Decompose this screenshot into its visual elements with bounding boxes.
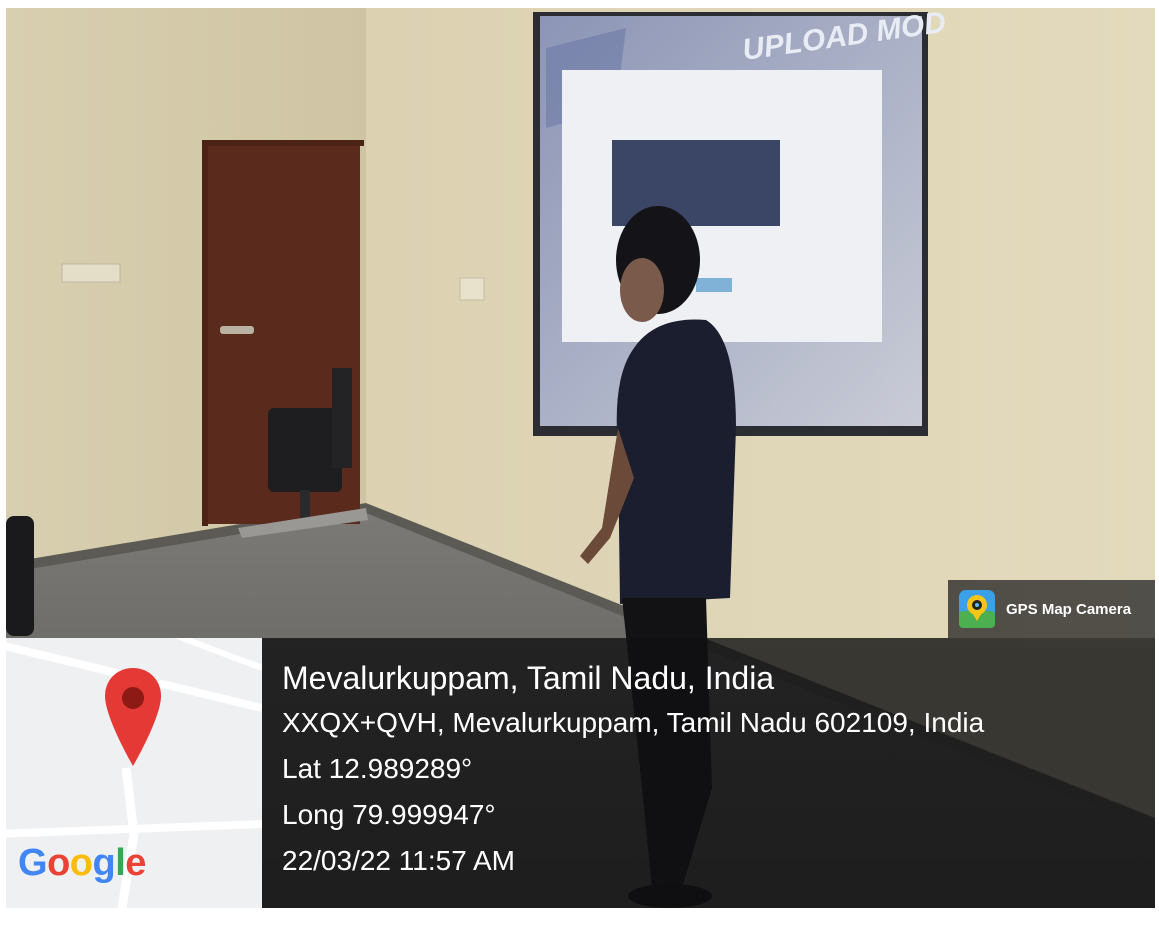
app-name: GPS Map Camera: [1006, 600, 1132, 618]
google-logo: Google: [18, 842, 146, 885]
mini-map: Google: [6, 638, 262, 908]
google-logo-letter: o: [69, 842, 93, 884]
latitude: Lat 12.989289°: [282, 753, 473, 784]
date-time: 22/03/22 11:57 AM: [282, 845, 515, 876]
google-logo-letter: l: [115, 842, 126, 884]
google-logo-letter: o: [47, 842, 70, 884]
google-logo-letter: g: [92, 842, 116, 884]
place-name: Mevalurkuppam, Tamil Nadu, India: [282, 660, 775, 696]
location-text-block: Mevalurkuppam, Tamil Nadu, India XXQX+QV…: [282, 656, 1142, 884]
map-pin-icon: [105, 668, 161, 766]
longitude: Long 79.999947°: [282, 799, 496, 830]
office-chair: [268, 408, 342, 492]
location-info-panel: Google Mevalurkuppam, Tamil Nadu, India …: [6, 638, 1155, 908]
app-watermark: GPS Map Camera: [948, 580, 1155, 638]
photo-frame: UPLOAD MOD GPS Map Camera Google Mevalur…: [6, 8, 1155, 908]
full-address: XXQX+QVH, Mevalurkuppam, Tamil Nadu 6021…: [282, 707, 985, 738]
gps-map-camera-icon: [959, 590, 995, 628]
google-logo-letter: G: [18, 842, 48, 884]
google-logo-letter: e: [125, 842, 146, 884]
